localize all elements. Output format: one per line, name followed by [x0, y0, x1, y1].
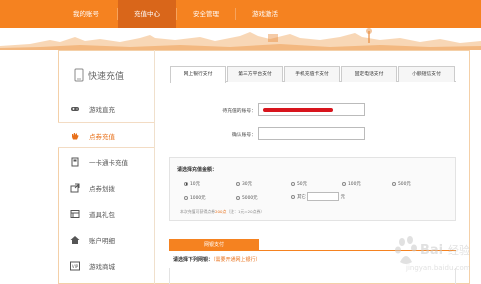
- svg-text:VIP: VIP: [72, 264, 79, 269]
- tab-third-party[interactable]: 第三方平台支付: [227, 66, 283, 82]
- sidebar-item-gift-pack[interactable]: 道具礼包: [58, 201, 154, 227]
- amount-option-500[interactable]: 500元: [392, 181, 411, 187]
- confirm-account-label: 确认账号：: [232, 133, 256, 138]
- bank-section-title: 请选择下列网银：（需要开通网上银行）: [173, 257, 261, 263]
- account-input[interactable]: [258, 103, 365, 116]
- sidebar: 快速充值 游戏直充 点券充值 一卡通卡充值 点券划拨 道具礼包 账户明细 VIP…: [58, 50, 155, 284]
- home-icon: [70, 235, 80, 245]
- sidebar-item-label: 游戏商城: [89, 263, 115, 271]
- tab-mobile-card[interactable]: 手机充值卡支付: [284, 66, 340, 82]
- gamepad-icon: [70, 104, 80, 114]
- svg-text:经验: 经验: [448, 243, 470, 257]
- sidebar-item-label: 一卡通卡充值: [89, 159, 128, 167]
- tab-sms[interactable]: 小额短信支付: [398, 66, 455, 82]
- amount-option-5000[interactable]: 5000元: [236, 195, 258, 201]
- transfer-icon: [70, 183, 80, 193]
- radio-button[interactable]: [342, 181, 346, 186]
- radio-button[interactable]: [184, 195, 188, 200]
- landscape-silhouette: [0, 28, 481, 50]
- amount-option-10[interactable]: 10元: [184, 181, 200, 187]
- radio-button[interactable]: [236, 195, 240, 200]
- amount-title: 请选择充值金额：: [177, 167, 218, 173]
- amount-option-50[interactable]: 50元: [291, 181, 307, 187]
- payment-method-tabs: 网上银行支付 第三方平台支付 手机充值卡支付 固定电话支付 小额短信支付: [170, 66, 456, 83]
- top-nav-bar: 我的账号 充值中心 安全管理 游戏激活: [0, 0, 481, 28]
- sidebar-item-label: 游戏直充: [89, 106, 115, 114]
- card-icon: [70, 157, 80, 167]
- amount-hint: 本次充值可获得点券200点（注：1元=20点券）: [180, 209, 265, 214]
- other-amount-input[interactable]: [307, 192, 340, 201]
- radio-button[interactable]: [236, 181, 240, 186]
- amount-option-other[interactable]: 其它 元: [291, 192, 345, 201]
- radio-button[interactable]: [291, 181, 295, 186]
- baidu-jingyan-watermark-logo: Bai 经验 jingyan.baidu.com: [395, 236, 471, 272]
- gift-icon: [70, 209, 80, 219]
- amount-box: 请选择充值金额： 10元 30元 50元 100元 500元 1000元 500…: [169, 157, 456, 221]
- radio-button[interactable]: [392, 181, 396, 186]
- account-label: 待充值的账号：: [222, 109, 256, 114]
- amount-option-1000[interactable]: 1000元: [184, 195, 206, 201]
- sidebar-item-coupon-transfer[interactable]: 点券划拨: [58, 175, 154, 201]
- sidebar-item-label: 点券划拨: [89, 185, 115, 193]
- confirm-account-input[interactable]: [258, 127, 365, 140]
- sidebar-item-coupon-recharge[interactable]: 点券充值: [58, 122, 154, 148]
- amount-option-30[interactable]: 30元: [236, 181, 252, 187]
- amount-option-100[interactable]: 100元: [342, 181, 361, 187]
- sidebar-item-label: 点券充值: [89, 133, 115, 141]
- hand-icon: [70, 131, 80, 141]
- tab-fixed-phone[interactable]: 固定电话支付: [341, 66, 397, 82]
- sidebar-item-game-mall[interactable]: VIP 游戏商城: [58, 253, 154, 279]
- phone-icon: [74, 68, 84, 82]
- svg-text:jingyan.baidu.com: jingyan.baidu.com: [405, 264, 471, 272]
- radio-button[interactable]: [184, 181, 188, 186]
- tab-game-activation[interactable]: 游戏激活: [236, 0, 294, 28]
- tab-security[interactable]: 安全管理: [177, 0, 235, 28]
- sidebar-item-card-recharge[interactable]: 一卡通卡充值: [58, 149, 154, 175]
- sidebar-title-text: 快速充值: [88, 72, 125, 82]
- hint-points-value: 200点: [215, 209, 227, 214]
- sidebar-item-game-direct[interactable]: 游戏直充: [58, 96, 154, 122]
- radio-button[interactable]: [291, 194, 295, 199]
- sidebar-title: 快速充值: [72, 64, 152, 90]
- tab-my-account[interactable]: 我的账号: [55, 0, 117, 28]
- svg-text:Bai: Bai: [420, 243, 443, 258]
- sidebar-item-label: 账户明细: [89, 237, 115, 245]
- tab-recharge-center[interactable]: 充值中心: [118, 0, 176, 28]
- sidebar-item-account-details[interactable]: 账户明细: [58, 227, 154, 253]
- sidebar-item-label: 道具礼包: [89, 211, 115, 219]
- banner-decoration: [0, 28, 481, 50]
- vip-icon: VIP: [70, 261, 80, 271]
- redacted-account-mark: [263, 108, 333, 112]
- tab-online-banking[interactable]: 网上银行支付: [170, 66, 226, 83]
